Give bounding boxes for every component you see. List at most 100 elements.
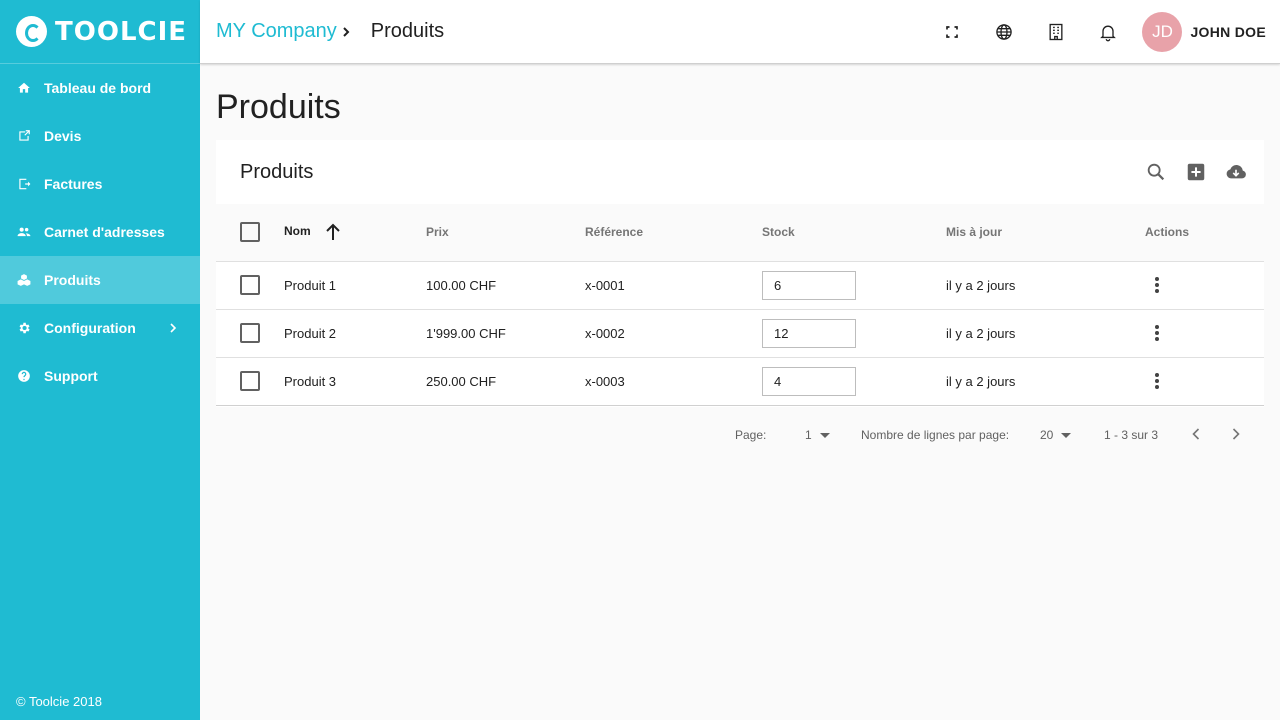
table-row: Produit 2 1'999.00 CHF x-0002 il y a 2 j… xyxy=(216,309,1264,358)
sidebar-item-label: Tableau de bord xyxy=(44,80,152,96)
add-product-button[interactable] xyxy=(1176,152,1216,192)
column-header-mis-a-jour[interactable]: Mis à jour xyxy=(946,204,1145,262)
cell-mis-a-jour: il y a 2 jours xyxy=(946,309,1145,358)
sidebar-item-configuration[interactable]: Configuration xyxy=(0,304,200,352)
sidebar-item-label: Configuration xyxy=(44,320,136,336)
page-select[interactable]: 1 xyxy=(805,428,830,442)
page-label: Page: xyxy=(735,428,767,442)
home-icon xyxy=(16,80,32,96)
card-actions xyxy=(1136,140,1256,204)
fullscreen-icon xyxy=(946,26,959,38)
row-checkbox[interactable] xyxy=(240,371,260,391)
sidebar-item-support[interactable]: Support xyxy=(0,352,200,400)
cell-mis-a-jour: il y a 2 jours xyxy=(946,261,1145,310)
sidebar-item-label: Factures xyxy=(44,176,103,192)
header-actions: JD JOHN DOE xyxy=(926,0,1280,64)
sidebar-item-carnet-adresses[interactable]: Carnet d'adresses xyxy=(0,208,200,256)
cloud-download-icon xyxy=(1226,164,1246,179)
cell-reference: x-0002 xyxy=(585,309,762,358)
column-label: Nom xyxy=(284,224,311,239)
company-button[interactable] xyxy=(1030,0,1082,64)
chevron-right-icon xyxy=(341,25,351,39)
help-icon xyxy=(16,368,32,384)
brand-name: TOOLCIE xyxy=(55,16,188,47)
page-title: Produits xyxy=(216,88,341,126)
breadcrumb-company-link[interactable]: MY Company xyxy=(216,20,337,43)
rows-per-page-label: Nombre de lignes par page: xyxy=(861,428,1010,442)
more-vert-icon[interactable] xyxy=(1145,273,1169,297)
gear-icon xyxy=(16,320,32,336)
user-name[interactable]: JOHN DOE xyxy=(1190,24,1266,40)
logo[interactable]: TOOLCIE xyxy=(0,0,200,64)
toolcie-logo-icon xyxy=(16,16,47,47)
cell-stock xyxy=(762,357,946,406)
sidebar-item-label: Devis xyxy=(44,128,82,144)
people-icon xyxy=(16,224,32,240)
rows-per-page-select[interactable]: 20 xyxy=(1040,428,1072,442)
sidebar-item-produits[interactable]: Produits xyxy=(0,256,200,304)
bell-icon xyxy=(1100,25,1117,42)
notifications-button[interactable] xyxy=(1082,0,1134,64)
card-header: Produits xyxy=(216,140,1264,204)
pagination-range: 1 - 3 sur 3 xyxy=(1104,428,1159,442)
cell-prix: 250.00 CHF xyxy=(426,357,585,406)
globe-icon xyxy=(996,24,1013,40)
page-value: 1 xyxy=(805,428,812,442)
column-header-nom[interactable]: Nom xyxy=(284,204,426,262)
more-vert-icon[interactable] xyxy=(1145,321,1169,345)
sort-ascending-icon[interactable] xyxy=(325,223,341,241)
products-table: Nom Prix Référence Stock Mis à jour Acti… xyxy=(216,204,1264,406)
cell-prix: 1'999.00 CHF xyxy=(426,309,585,358)
select-all-checkbox[interactable] xyxy=(240,222,260,243)
products-card: Produits Nom Prix Référence Stock Mis à … xyxy=(216,140,1264,407)
search-button[interactable] xyxy=(1136,152,1176,192)
row-checkbox[interactable] xyxy=(240,275,260,295)
sidebar-item-label: Carnet d'adresses xyxy=(44,224,165,240)
sidebar-item-devis[interactable]: Devis xyxy=(0,112,200,160)
table-header-row: Nom Prix Référence Stock Mis à jour Acti… xyxy=(216,204,1264,262)
copyright-text: © Toolcie 2018 xyxy=(16,694,102,709)
invoice-icon xyxy=(16,176,32,192)
header-select-cell xyxy=(216,204,284,262)
cell-mis-a-jour: il y a 2 jours xyxy=(946,357,1145,406)
fullscreen-button[interactable] xyxy=(926,0,978,64)
column-header-actions: Actions xyxy=(1145,204,1264,262)
row-select-cell xyxy=(216,357,284,406)
column-header-reference[interactable]: Référence xyxy=(585,204,762,262)
cell-nom: Produit 3 xyxy=(284,357,426,406)
more-vert-icon[interactable] xyxy=(1145,369,1169,393)
cell-actions xyxy=(1145,309,1264,358)
stock-input[interactable] xyxy=(762,318,856,348)
next-page-button[interactable] xyxy=(1226,424,1246,444)
cell-prix: 100.00 CHF xyxy=(426,261,585,310)
row-select-cell xyxy=(216,261,284,310)
caret-down-icon xyxy=(1061,433,1072,439)
download-button[interactable] xyxy=(1216,152,1256,192)
language-button[interactable] xyxy=(978,0,1030,64)
stock-input[interactable] xyxy=(762,366,856,396)
add-box-icon xyxy=(1187,163,1205,181)
table-row: Produit 1 100.00 CHF x-0001 il y a 2 jou… xyxy=(216,261,1264,310)
cell-actions xyxy=(1145,261,1264,310)
sidebar-item-tableau-de-bord[interactable]: Tableau de bord xyxy=(0,64,200,112)
sidebar-item-label: Produits xyxy=(44,272,101,288)
stock-input[interactable] xyxy=(762,270,856,300)
sidebar-item-factures[interactable]: Factures xyxy=(0,160,200,208)
cell-nom: Produit 2 xyxy=(284,309,426,358)
column-header-prix[interactable]: Prix xyxy=(426,204,585,262)
avatar[interactable]: JD xyxy=(1142,12,1183,52)
chevron-left-icon xyxy=(1192,428,1200,440)
sidebar: TOOLCIE Tableau de bord Devis Factures C… xyxy=(0,0,200,720)
sidebar-nav: Tableau de bord Devis Factures Carnet d'… xyxy=(0,64,200,400)
column-header-stock[interactable]: Stock xyxy=(762,204,946,262)
cell-stock xyxy=(762,309,946,358)
row-checkbox[interactable] xyxy=(240,323,260,343)
previous-page-button[interactable] xyxy=(1186,424,1206,444)
quote-icon xyxy=(16,128,32,144)
search-icon xyxy=(1147,163,1165,181)
chevron-right-icon xyxy=(1232,428,1240,440)
card-title: Produits xyxy=(240,160,314,183)
cell-stock xyxy=(762,261,946,310)
table-row: Produit 3 250.00 CHF x-0003 il y a 2 jou… xyxy=(216,357,1264,406)
sidebar-item-label: Support xyxy=(44,368,98,384)
